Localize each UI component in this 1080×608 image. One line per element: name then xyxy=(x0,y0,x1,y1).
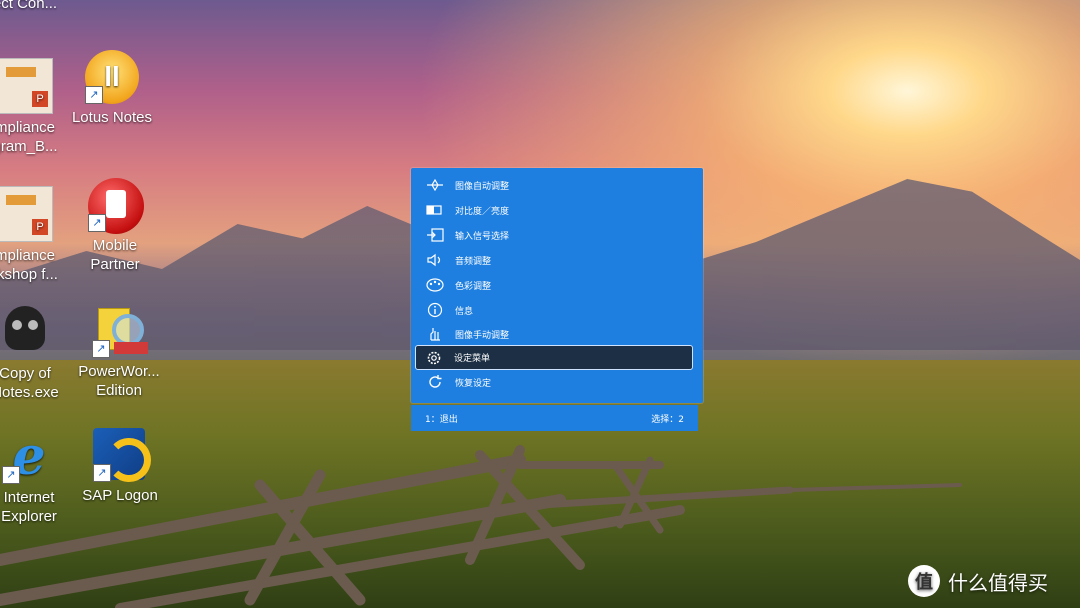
desktop-icon-mobile-partner[interactable]: ↗ Mobile Partner xyxy=(70,178,160,274)
osd-item-label: 色彩调整 xyxy=(455,281,492,292)
shortcut-arrow-icon: ↗ xyxy=(88,214,106,232)
desktop-icon-remote[interactable]: ect Con... xyxy=(0,0,70,13)
osd-footer: 1：退出 选择：2 xyxy=(411,405,698,431)
osd-item-label: 图像手动调整 xyxy=(455,330,510,341)
osd-item-audio[interactable]: 音频调整 xyxy=(417,248,693,272)
osd-select-hint: 选择：2 xyxy=(651,414,684,425)
reset-icon xyxy=(425,375,445,389)
sap-logon-icon: ↗ xyxy=(93,428,151,482)
watermark-text: 什么值得买 xyxy=(948,570,1048,595)
info-icon xyxy=(425,302,445,318)
osd-item-auto-adjust[interactable]: 图像自动调整 xyxy=(417,173,693,197)
powerpoint-file-icon: P xyxy=(0,186,53,242)
watermark-logo: 值 什么值得买 xyxy=(908,563,1048,599)
shortcut-arrow-icon: ↗ xyxy=(2,466,20,484)
desktop-icon-compliance-2[interactable]: P mpliance rkshop f... xyxy=(0,186,70,284)
internet-explorer-icon: e ↗ xyxy=(2,430,56,484)
osd-item-label: 恢复设定 xyxy=(455,378,492,389)
shortcut-arrow-icon: ↗ xyxy=(92,340,110,358)
shortcut-arrow-icon: ↗ xyxy=(93,464,111,482)
shortcut-arrow-icon: ↗ xyxy=(85,86,103,104)
desktop-icon-powerword[interactable]: ↗ PowerWor... Edition xyxy=(74,304,164,400)
osd-item-color[interactable]: 色彩调整 xyxy=(417,273,693,297)
osd-item-label: 设定菜单 xyxy=(454,354,491,364)
desktop-icon-lotus-notes[interactable]: ll ↗ Lotus Notes xyxy=(67,50,157,127)
desktop-icon-label: mpliance rkshop f... xyxy=(0,247,58,283)
desktop-icon-label: Copy of Notes.exe xyxy=(0,365,59,401)
settings-gear-icon xyxy=(424,351,444,365)
desktop-icon-label: PowerWor... Edition xyxy=(78,363,160,399)
desktop-icon-label: Mobile Partner xyxy=(90,237,140,273)
osd-item-settings-menu[interactable]: 设定菜单 xyxy=(415,345,693,370)
osd-item-label: 音频调整 xyxy=(455,256,492,267)
osd-item-reset[interactable]: 恢复设定 xyxy=(417,370,693,394)
audio-icon xyxy=(425,253,445,267)
auto-adjust-icon xyxy=(425,178,445,192)
manual-adjust-icon xyxy=(425,327,445,341)
osd-item-label: 信息 xyxy=(455,306,474,317)
mobile-partner-icon: ↗ xyxy=(88,178,144,234)
powerpoint-file-icon: P xyxy=(0,58,53,114)
watermark-badge-icon: 值 xyxy=(908,565,940,597)
desktop-icon-label: Lotus Notes xyxy=(71,109,153,126)
osd-item-label: 图像自动调整 xyxy=(455,181,510,192)
osd-item-contrast-brightness[interactable]: 对比度／亮度 xyxy=(417,198,693,222)
input-source-icon xyxy=(425,228,445,242)
desktop-icon-sap-logon[interactable]: ↗ SAP Logon xyxy=(75,428,165,505)
osd-exit-hint: 1：退出 xyxy=(425,414,458,425)
osd-menu-panel: 图像自动调整 对比度／亮度 输入信号选择 音频调整 色彩调整 信息 图像手动调整… xyxy=(411,168,703,403)
desktop-icon-label: SAP Logon xyxy=(82,487,158,504)
desktop-icon-internet-explorer[interactable]: e ↗ Internet Explorer xyxy=(0,430,74,526)
desktop-icon-copy-of-notes[interactable]: Copy of Notes.exe xyxy=(0,302,70,402)
osd-item-manual-adjust[interactable]: 图像手动调整 xyxy=(417,322,693,346)
desktop-icon-label: Internet Explorer xyxy=(1,489,57,525)
osd-item-info[interactable]: 信息 xyxy=(417,298,693,322)
desktop-icon-label: ect Con... xyxy=(0,0,58,12)
skull-icon xyxy=(0,306,52,360)
osd-item-label: 输入信号选择 xyxy=(455,231,510,242)
color-palette-icon xyxy=(425,278,445,292)
contrast-brightness-icon xyxy=(425,203,445,217)
osd-item-input-source[interactable]: 输入信号选择 xyxy=(417,223,693,247)
desktop-icon-compliance-1[interactable]: P mpliance gram_B... xyxy=(0,58,70,156)
lotus-notes-icon: ll ↗ xyxy=(85,50,139,104)
osd-item-label: 对比度／亮度 xyxy=(455,206,510,217)
powerword-icon: ↗ xyxy=(92,304,148,358)
desktop-icon-label: mpliance gram_B... xyxy=(0,119,58,155)
